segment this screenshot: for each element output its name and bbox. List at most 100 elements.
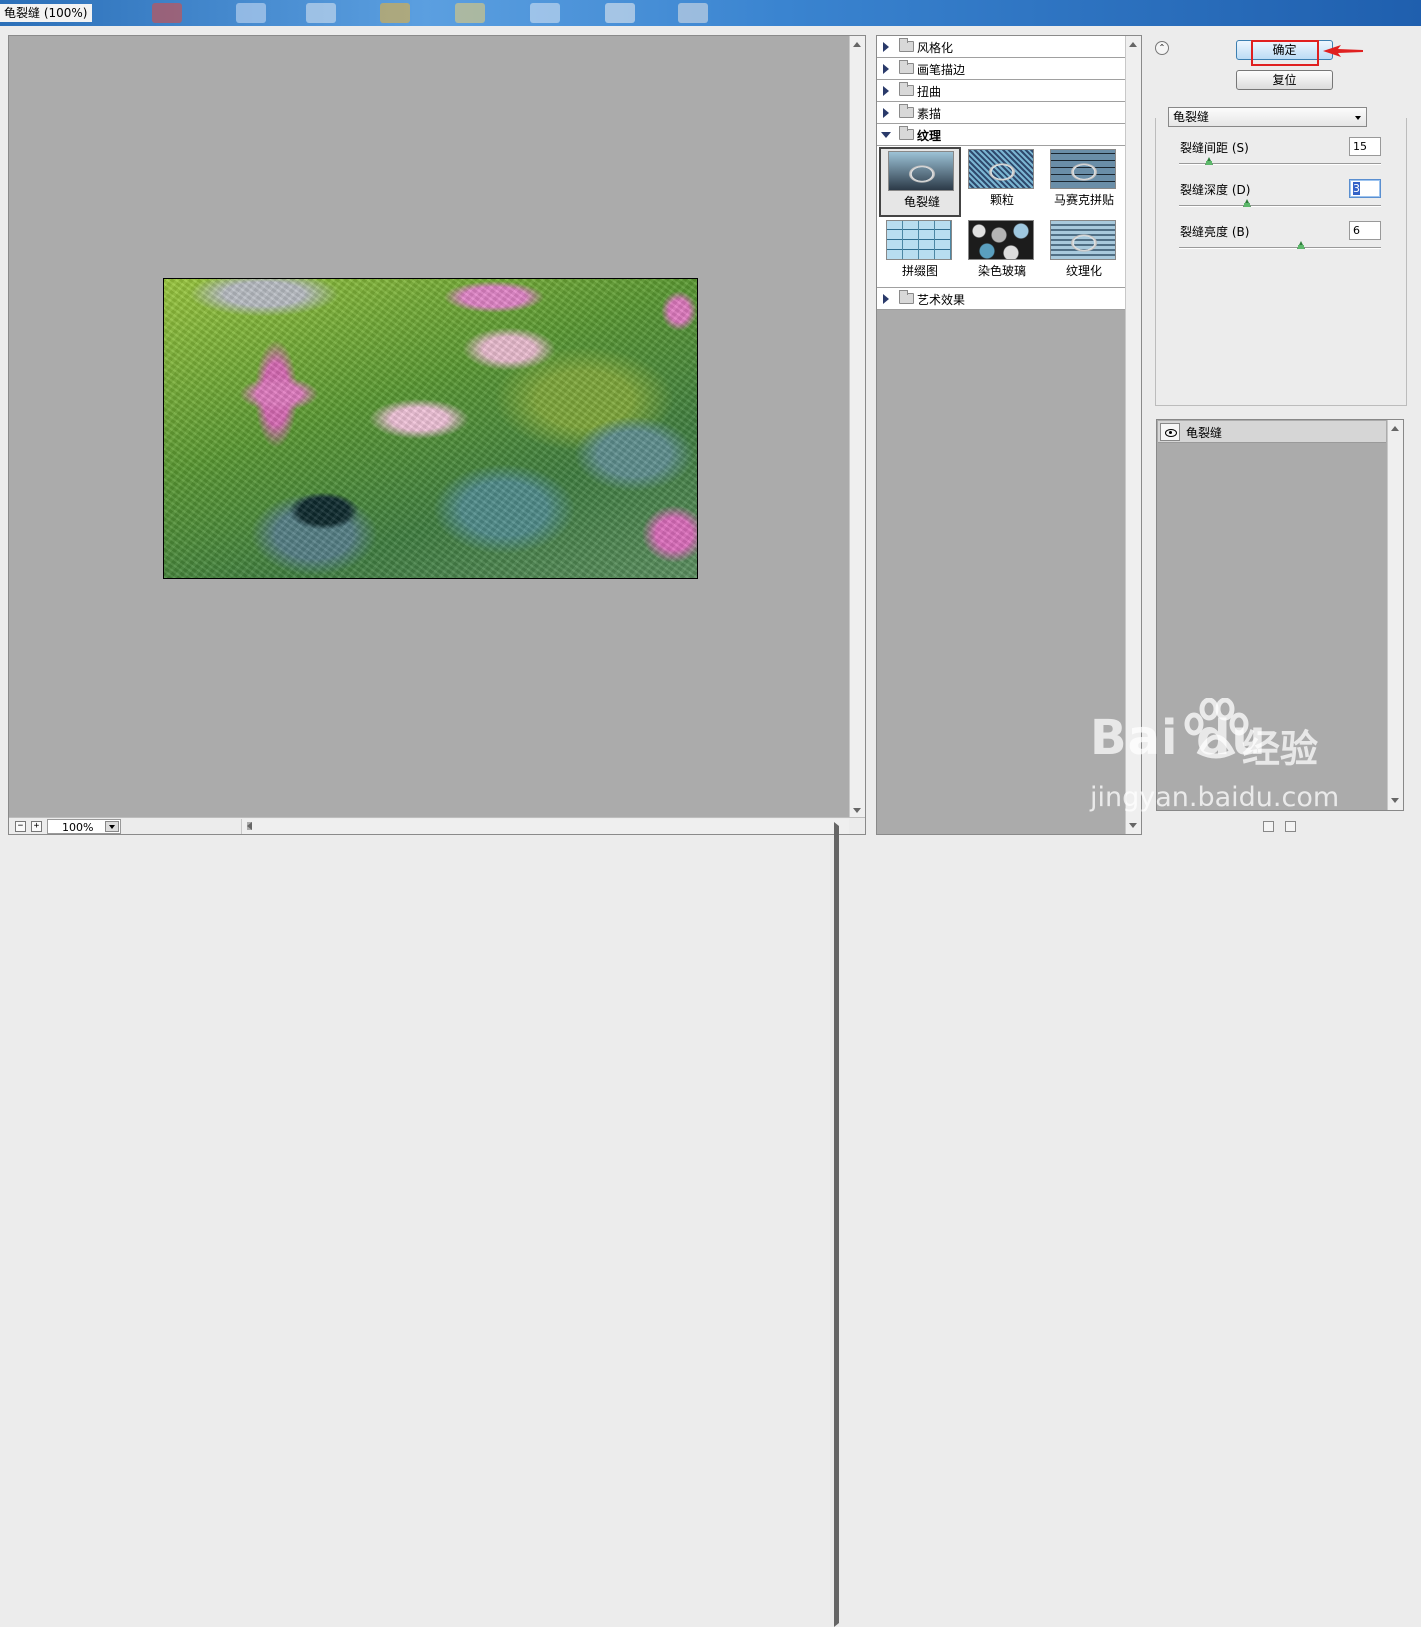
preview-bottom-bar: − + 100% xyxy=(9,817,865,1627)
zoom-level-value: 100% xyxy=(62,821,94,834)
filter-patchwork[interactable]: 拼缀图 xyxy=(879,218,961,288)
taskbar-app-icon xyxy=(306,3,336,23)
category-distort[interactable]: 扭曲 xyxy=(877,80,1125,102)
expand-arrow-icon[interactable] xyxy=(883,294,889,304)
window-title: 龟裂缝 (100%) xyxy=(0,4,92,22)
collapse-arrow-icon[interactable] xyxy=(881,132,891,138)
scroll-down-icon[interactable] xyxy=(1391,798,1399,803)
slider-knob-icon[interactable] xyxy=(1243,199,1251,207)
layers-vertical-scrollbar[interactable] xyxy=(1387,420,1403,810)
category-texture[interactable]: 纹理 xyxy=(877,124,1125,146)
folder-icon xyxy=(899,104,914,118)
category-label: 风格化 xyxy=(917,41,954,55)
ok-button-highlight-box xyxy=(1251,40,1319,66)
filter-category-list: 风格化 画笔描边 扭曲 素描 纹理 龟裂缝 颗粒 马赛克拼贴 拼缀图 染色玻璃 … xyxy=(877,36,1125,310)
gallery-vertical-scrollbar[interactable] xyxy=(1125,36,1141,834)
trash-icon[interactable] xyxy=(1285,821,1296,832)
expand-arrow-icon[interactable] xyxy=(883,108,889,118)
category-label: 扭曲 xyxy=(917,85,942,99)
zoom-in-button[interactable]: + xyxy=(31,821,42,832)
taskbar-app-icon xyxy=(152,3,182,23)
folder-open-icon xyxy=(899,126,914,140)
filter-thumbnail xyxy=(968,220,1034,260)
expand-arrow-icon[interactable] xyxy=(883,86,889,96)
taskbar-app-icon xyxy=(678,3,708,23)
taskbar-app-icon xyxy=(455,3,485,23)
filter-preview-image[interactable] xyxy=(163,278,698,579)
taskbar-app-icon xyxy=(605,3,635,23)
crack-depth-value: 3 xyxy=(1353,182,1360,195)
category-stylize[interactable]: 风格化 xyxy=(877,36,1125,58)
filter-thumbnail xyxy=(968,149,1034,189)
crack-spacing-slider[interactable] xyxy=(1179,157,1381,165)
folder-icon xyxy=(899,290,914,304)
filter-gallery-panel: 风格化 画笔描边 扭曲 素描 纹理 龟裂缝 颗粒 马赛克拼贴 拼缀图 染色玻璃 … xyxy=(876,35,1142,835)
scroll-right-icon[interactable] xyxy=(834,822,1104,1627)
filter-thumbnail xyxy=(886,220,952,260)
category-artistic[interactable]: 艺术效果 xyxy=(877,288,1125,310)
crack-spacing-label: 裂缝间距 (S) xyxy=(1180,141,1249,155)
preview-vertical-scrollbar[interactable] xyxy=(849,36,865,818)
texture-filter-thumbnails: 龟裂缝 颗粒 马赛克拼贴 拼缀图 染色玻璃 纹理化 xyxy=(877,146,1125,288)
effect-layers-panel: 龟裂缝 xyxy=(1156,419,1404,811)
crack-depth-label: 裂缝深度 (D) xyxy=(1180,183,1251,197)
slider-knob-icon[interactable] xyxy=(1297,241,1305,249)
filter-label: 颗粒 xyxy=(989,193,1014,207)
filter-parameters-group xyxy=(1155,118,1407,406)
crack-depth-slider[interactable] xyxy=(1179,199,1381,207)
scroll-left-icon[interactable] xyxy=(247,822,252,830)
settings-panel: ⌃ 确定 复位 龟裂缝 裂缝间距 (S) 15 裂缝深度 (D) 3 裂缝亮度 … xyxy=(1146,35,1416,840)
scroll-up-icon[interactable] xyxy=(853,42,861,47)
taskbar-app-icon xyxy=(380,3,410,23)
category-label: 纹理 xyxy=(917,129,942,143)
taskbar-app-icon xyxy=(236,3,266,23)
folder-icon xyxy=(899,60,914,74)
expand-arrow-icon[interactable] xyxy=(883,42,889,52)
folder-icon xyxy=(899,38,914,52)
filter-select[interactable]: 龟裂缝 xyxy=(1168,107,1367,127)
category-label: 艺术效果 xyxy=(917,293,966,307)
crack-brightness-input[interactable]: 6 xyxy=(1349,221,1381,240)
effect-layer-row[interactable]: 龟裂缝 xyxy=(1158,421,1386,443)
eye-visibility-icon[interactable] xyxy=(1160,423,1180,441)
red-arrow-icon xyxy=(1323,45,1363,57)
window-titlebar: 龟裂缝 (100%) xyxy=(0,0,1421,26)
zoom-level-select[interactable]: 100% xyxy=(47,819,121,834)
scroll-down-icon[interactable] xyxy=(853,808,861,813)
filter-label: 染色玻璃 xyxy=(977,264,1026,278)
taskbar-app-icon xyxy=(530,3,560,23)
effect-layer-name: 龟裂缝 xyxy=(1186,426,1223,440)
filter-texturizer[interactable]: 纹理化 xyxy=(1043,218,1125,288)
expand-arrow-icon[interactable] xyxy=(883,64,889,74)
category-label: 画笔描边 xyxy=(917,63,966,77)
new-effect-layer-icon[interactable] xyxy=(1263,821,1274,832)
crack-brightness-slider[interactable] xyxy=(1179,241,1381,249)
folder-icon xyxy=(899,82,914,96)
collapse-gallery-button[interactable]: ⌃ xyxy=(1155,41,1169,55)
preview-panel: − + 100% xyxy=(8,35,866,1627)
filter-label: 马赛克拼贴 xyxy=(1053,193,1114,207)
chevron-down-icon[interactable] xyxy=(105,821,119,832)
scroll-down-icon[interactable] xyxy=(1129,823,1137,828)
filter-mosaic-tiles[interactable]: 马赛克拼贴 xyxy=(1043,147,1125,217)
filter-label: 拼缀图 xyxy=(901,264,938,278)
crack-depth-input[interactable]: 3 xyxy=(1349,179,1381,198)
filter-label: 纹理化 xyxy=(1065,264,1102,278)
scroll-up-icon[interactable] xyxy=(1391,426,1399,431)
filter-thumbnail xyxy=(1050,220,1116,260)
reset-button[interactable]: 复位 xyxy=(1236,70,1333,90)
filter-grain[interactable]: 颗粒 xyxy=(961,147,1043,217)
filter-stained-glass[interactable]: 染色玻璃 xyxy=(961,218,1043,288)
category-brush-strokes[interactable]: 画笔描边 xyxy=(877,58,1125,80)
zoom-out-button[interactable]: − xyxy=(15,821,26,832)
preview-horizontal-scrollbar[interactable] xyxy=(241,819,849,1627)
filter-thumbnail xyxy=(888,151,954,191)
slider-knob-icon[interactable] xyxy=(1205,157,1213,165)
filter-label: 龟裂缝 xyxy=(903,195,940,209)
category-label: 素描 xyxy=(917,107,942,121)
filter-craquelure[interactable]: 龟裂缝 xyxy=(879,147,961,217)
crack-brightness-label: 裂缝亮度 (B) xyxy=(1180,225,1250,239)
category-sketch[interactable]: 素描 xyxy=(877,102,1125,124)
crack-spacing-input[interactable]: 15 xyxy=(1349,137,1381,156)
scroll-up-icon[interactable] xyxy=(1129,42,1137,47)
